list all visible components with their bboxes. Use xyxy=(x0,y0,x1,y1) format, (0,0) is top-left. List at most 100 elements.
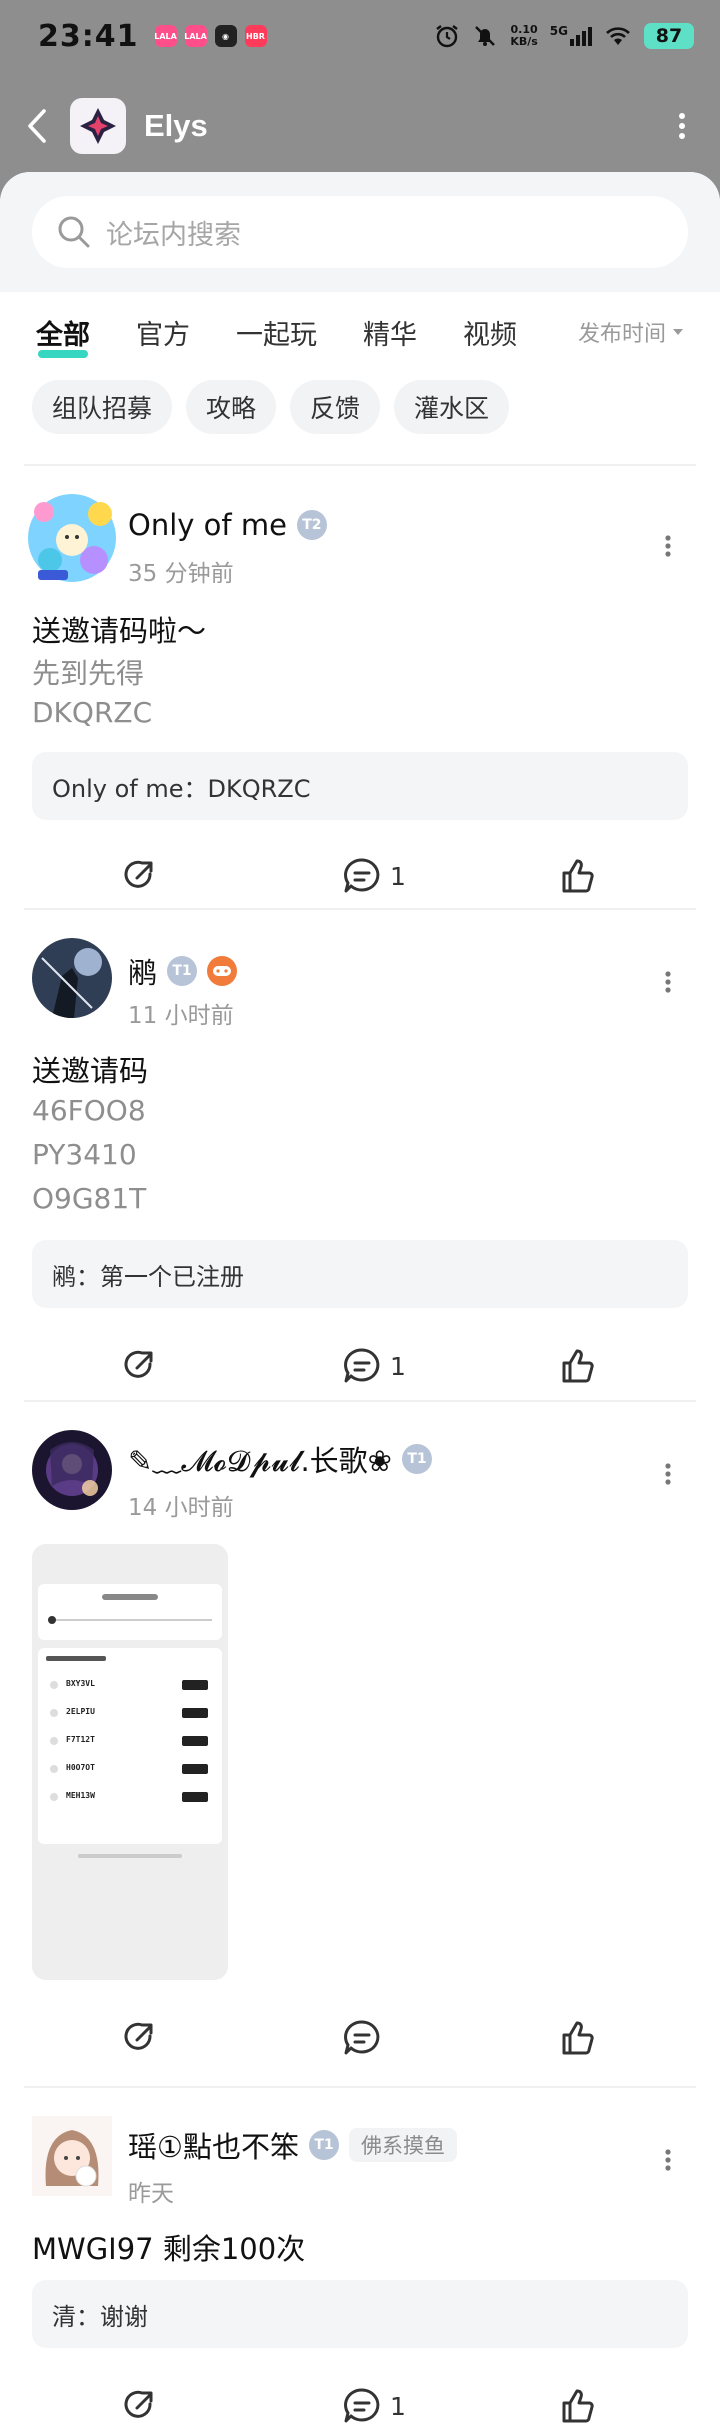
back-button[interactable] xyxy=(26,101,66,151)
red-app-icon: HBR xyxy=(244,25,267,47)
avatar[interactable] xyxy=(32,1430,112,1510)
like-button[interactable] xyxy=(558,846,596,906)
share-button[interactable] xyxy=(120,1336,158,1396)
comment-icon xyxy=(344,2020,380,2055)
search-input[interactable]: 论坛内搜索 xyxy=(32,196,688,268)
signal-icon: 5G xyxy=(550,24,592,46)
author-row: 瑶①點也不笨 T1 佛系摸鱼 xyxy=(128,2124,457,2166)
comment-button[interactable] xyxy=(342,2008,382,2068)
level-badge: T2 xyxy=(296,510,327,540)
share-button[interactable] xyxy=(120,2376,158,2432)
comment-button[interactable]: 1 xyxy=(342,1336,406,1396)
post-time: 昨天 xyxy=(128,2181,174,2207)
more-vertical-icon xyxy=(665,1463,671,1485)
more-vertical-icon xyxy=(665,971,671,993)
post-actions xyxy=(0,2008,720,2068)
sort-label: 发布时间 xyxy=(577,322,666,347)
post-time: 11 小时前 xyxy=(128,1003,234,1029)
app-logo xyxy=(70,98,126,154)
post-more-button[interactable] xyxy=(656,1454,680,1494)
level-badge: T1 xyxy=(309,2130,339,2160)
thumbs-up-icon xyxy=(562,859,594,893)
circle-app-icon: ◉ xyxy=(214,25,237,47)
top-comment[interactable]: Only of me：DKQRZC xyxy=(32,752,688,820)
search-placeholder: 论坛内搜索 xyxy=(106,219,241,251)
filter-chips: 组队招募 攻略 反馈 灌水区 xyxy=(32,380,510,434)
lala-icon: LALA xyxy=(154,25,177,47)
author-name[interactable]: 瑶①點也不笨 xyxy=(128,2124,299,2166)
sort-dropdown[interactable]: 发布时间 xyxy=(578,316,684,348)
post-more-button[interactable] xyxy=(656,526,680,566)
tab-video[interactable]: 视频 xyxy=(463,313,517,352)
more-vertical-icon xyxy=(665,535,671,557)
post-text-line: DKQRZC xyxy=(32,696,153,729)
author-name[interactable]: Only of me xyxy=(128,508,287,542)
chip-chat-zone[interactable]: 灌水区 xyxy=(394,380,510,434)
thumbs-up-icon xyxy=(562,2021,594,2055)
avatar-image xyxy=(28,494,116,582)
comment-count: 1 xyxy=(390,861,406,891)
wifi-icon xyxy=(606,27,630,45)
share-button[interactable] xyxy=(120,846,158,906)
post-time: 35 分钟前 xyxy=(128,561,234,587)
post-actions: 1 xyxy=(0,1336,720,1396)
alarm-icon xyxy=(436,25,459,48)
app-header: Elys xyxy=(0,90,720,162)
avatar[interactable] xyxy=(32,2116,112,2196)
tab-featured[interactable]: 精华 xyxy=(363,313,417,352)
post-text-line: O9G81T xyxy=(32,1182,147,1215)
chip-guide[interactable]: 攻略 xyxy=(186,380,277,434)
search-area: 论坛内搜索 xyxy=(0,172,720,292)
post-image[interactable]: BXY3VL 2ELPIU F7T12T H0O7OT MEH13W xyxy=(32,1544,228,1980)
avatar-image xyxy=(32,938,112,1018)
post-title: 送邀请码啦～ xyxy=(32,614,207,648)
post-text-line: 先到先得 xyxy=(32,657,145,690)
post-text-line: PY3410 xyxy=(32,1138,137,1171)
code-text: H0O7OT xyxy=(66,1763,95,1772)
post-title: MWGI97 剩余100次 xyxy=(32,2232,306,2266)
top-comment[interactable]: 鹇：第一个已注册 xyxy=(32,1240,688,1308)
mute-bell-icon xyxy=(475,26,496,46)
post-more-button[interactable] xyxy=(656,962,680,1002)
caret-down-icon xyxy=(673,329,683,335)
like-button[interactable] xyxy=(558,2008,596,2068)
author-name[interactable]: 鹇 xyxy=(128,950,157,992)
tab-all[interactable]: 全部 xyxy=(36,313,90,358)
code-text: MEH13W xyxy=(66,1791,95,1800)
top-comment[interactable]: 清：谢谢 xyxy=(32,2280,688,2348)
avatar[interactable] xyxy=(24,490,120,586)
user-title-badge: 佛系摸鱼 xyxy=(349,2128,457,2162)
post-time: 14 小时前 xyxy=(128,1495,234,1521)
chip-team-recruit[interactable]: 组队招募 xyxy=(32,380,173,434)
like-button[interactable] xyxy=(558,2376,596,2432)
share-icon xyxy=(124,2022,153,2050)
comment-button[interactable]: 1 xyxy=(342,2376,406,2432)
status-time: 23:41 xyxy=(38,18,139,54)
author-row: ✎﹏𝓜𝓸𝓓𝓹𝓾𝓵.长歌❀ T1 xyxy=(128,1438,432,1480)
chip-feedback[interactable]: 反馈 xyxy=(290,380,381,434)
post-actions: 1 xyxy=(0,2376,720,2432)
tab-official[interactable]: 官方 xyxy=(136,313,190,352)
avatar-image xyxy=(32,2116,112,2196)
battery-indicator: 87 xyxy=(644,23,694,49)
gamepad-icon xyxy=(207,956,238,986)
divider xyxy=(24,2086,696,2088)
post-text-line: 46FOO8 xyxy=(32,1094,146,1127)
elys-logo-icon xyxy=(80,108,116,144)
tab-play-together[interactable]: 一起玩 xyxy=(236,313,317,352)
code-text: 2ELPIU xyxy=(66,1707,95,1716)
author-name[interactable]: ✎﹏𝓜𝓸𝓓𝓹𝓾𝓵.长歌❀ xyxy=(128,1438,392,1480)
more-vertical-icon xyxy=(679,113,685,139)
share-button[interactable] xyxy=(120,2008,158,2068)
post-more-button[interactable] xyxy=(656,2140,680,2180)
comment-count: 1 xyxy=(390,1351,406,1381)
level-badge: T1 xyxy=(167,956,198,986)
avatar[interactable] xyxy=(32,938,112,1018)
like-button[interactable] xyxy=(558,1336,596,1396)
comment-count: 1 xyxy=(390,2391,406,2421)
comment-button[interactable]: 1 xyxy=(342,846,406,906)
more-options-button[interactable] xyxy=(670,106,694,146)
more-vertical-icon xyxy=(665,2149,671,2171)
net-speed: 0.10 KB/s xyxy=(510,24,537,48)
thumbs-up-icon xyxy=(562,2389,594,2423)
